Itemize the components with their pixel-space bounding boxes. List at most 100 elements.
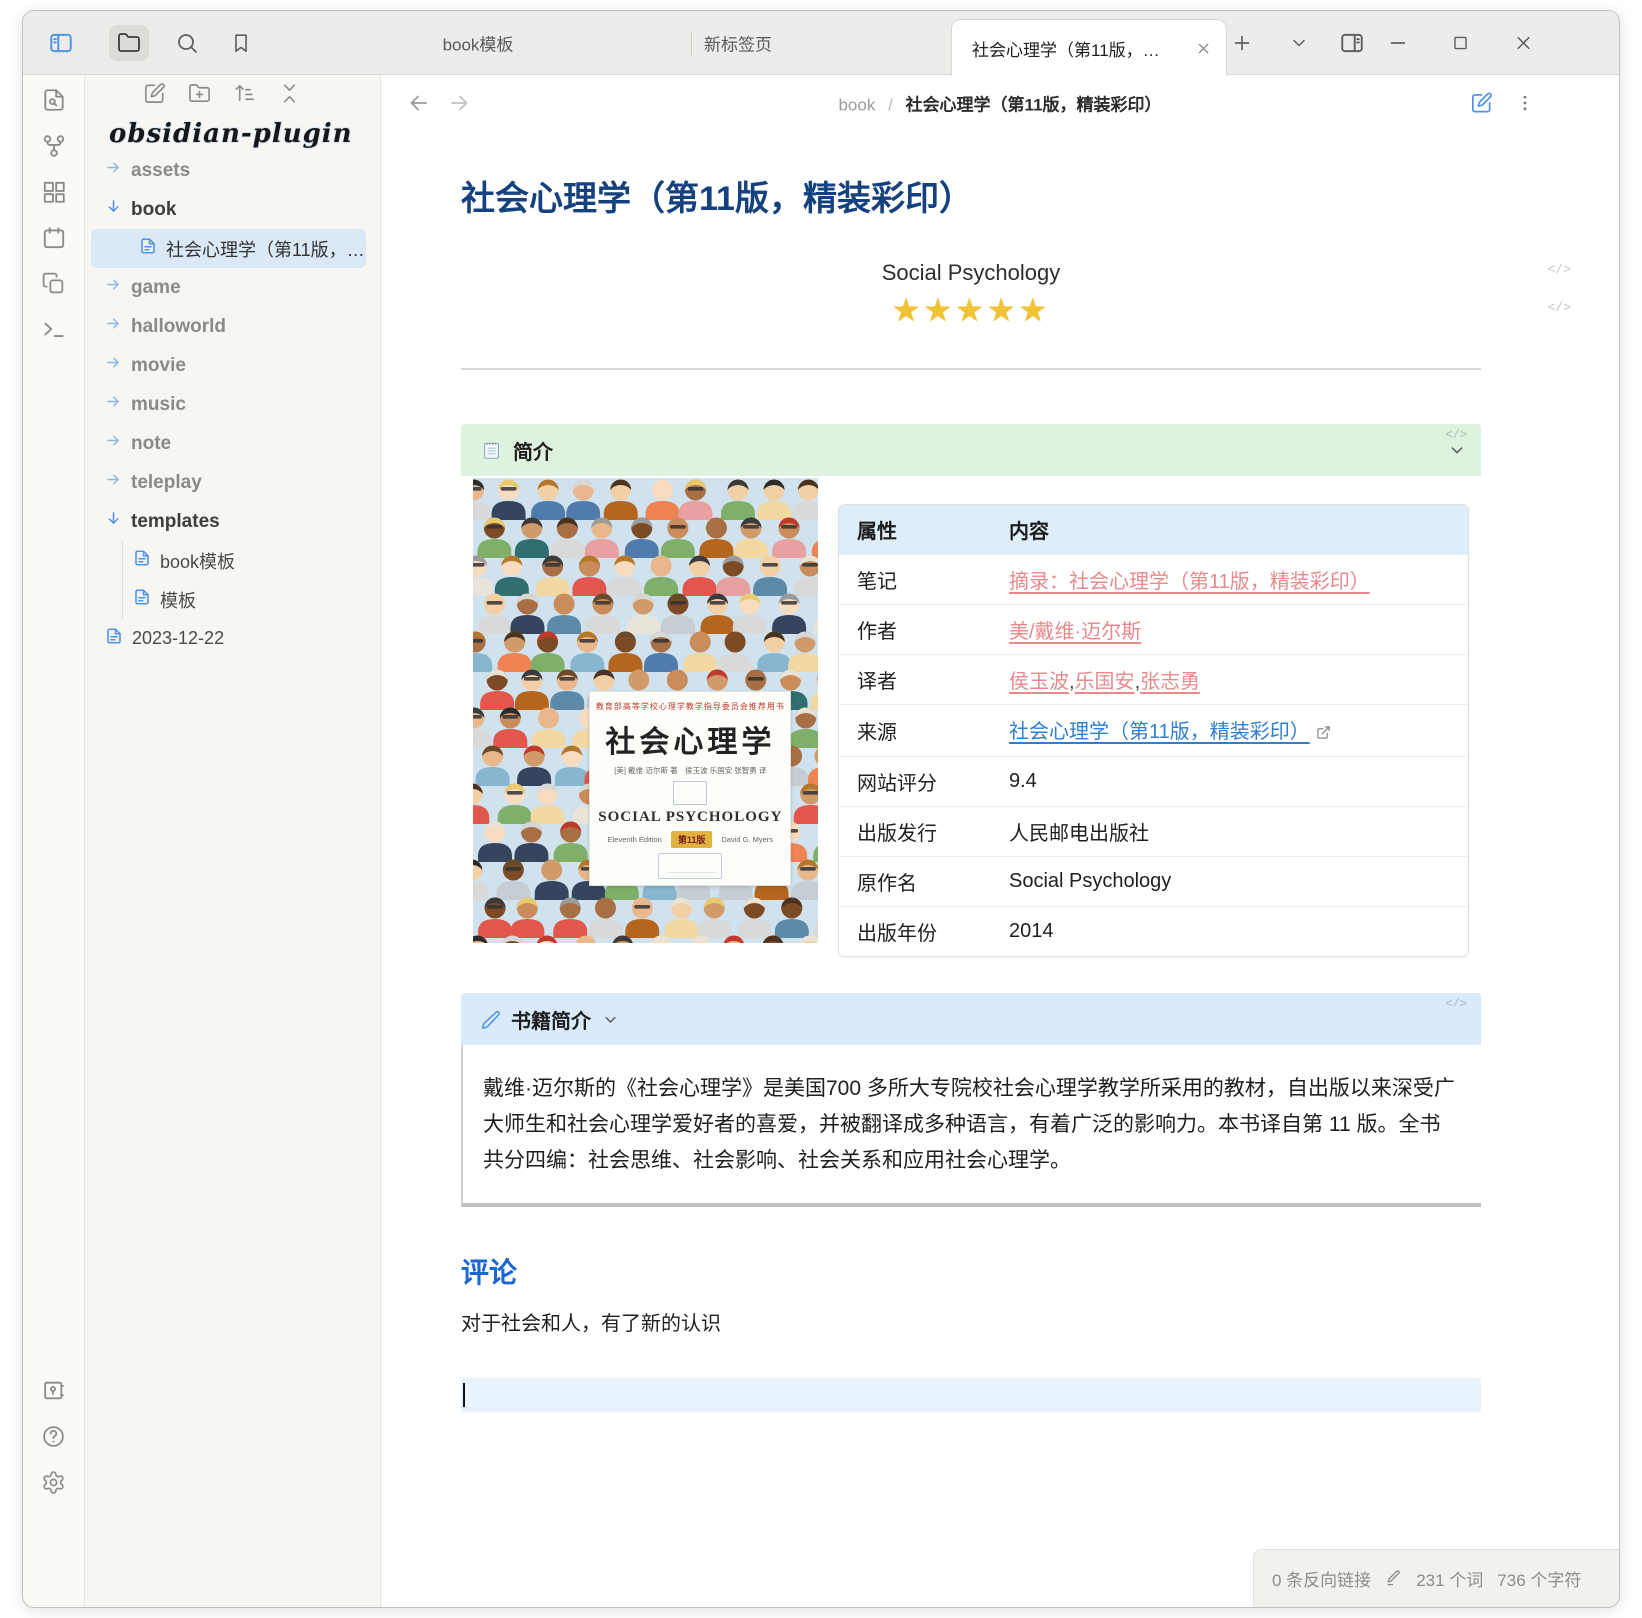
window-minimize-icon[interactable] — [1387, 32, 1409, 54]
tab-close-icon[interactable] — [1195, 40, 1212, 57]
collapse-all-icon[interactable] — [278, 82, 301, 105]
document-icon — [139, 237, 157, 260]
quick-switcher-icon[interactable] — [41, 87, 67, 113]
sidebar-folder-halloworld[interactable]: halloworld — [85, 307, 380, 346]
summary-text: 戴维·迈尔斯的《社会心理学》是美国700 多所大专院校社会心理学教学所采用的教材… — [483, 1077, 1455, 1172]
internal-link[interactable]: 美/戴维·迈尔斯 — [1009, 621, 1141, 643]
internal-link[interactable]: 摘录：社会心理学（第11版，精装彩印） — [1009, 571, 1370, 593]
internal-link[interactable]: 乐国安 — [1075, 671, 1135, 693]
explorer-toolbar — [85, 75, 380, 111]
canvas-cards-icon[interactable] — [41, 179, 67, 205]
new-tab-plus-icon[interactable] — [1231, 32, 1253, 54]
sidebar-folder-teleplay[interactable]: teleplay — [85, 463, 380, 502]
property-label: 出版发行 — [839, 807, 991, 857]
sidebar-file-模板[interactable]: 模板 — [85, 580, 380, 619]
arrow-down-icon — [105, 510, 122, 533]
obsidian-window: book模板 新标签页 社会心理学（第11版，… — [22, 10, 1620, 1608]
breadcrumb-folder[interactable]: book — [838, 96, 875, 115]
breadcrumb-title[interactable]: 社会心理学（第11版，精装彩印） — [906, 96, 1162, 115]
left-sidebar-toggle-icon[interactable] — [41, 25, 81, 61]
sidebar-file-社会心理学（第11版，…[interactable]: 社会心理学（第11版，… — [91, 229, 366, 268]
sidebar-folder-note[interactable]: note — [85, 424, 380, 463]
edit-mode-toggle-icon[interactable] — [1470, 92, 1493, 115]
code-block-marker[interactable]: </> — [1548, 262, 1571, 277]
tab-new[interactable]: 新标签页 — [643, 30, 833, 55]
window-close-icon[interactable] — [1513, 32, 1534, 53]
terminal-icon[interactable] — [41, 316, 67, 342]
tab-active[interactable]: 社会心理学（第11版，… — [951, 19, 1227, 76]
property-value: 2014 — [991, 907, 1468, 957]
internal-link[interactable]: 张志勇 — [1140, 671, 1200, 693]
sidebar-folder-assets[interactable]: assets — [85, 151, 380, 190]
chevron-down-icon[interactable] — [1449, 442, 1465, 458]
external-link[interactable]: 社会心理学（第11版，精装彩印） — [1009, 721, 1310, 743]
star-icon: ★ — [1019, 291, 1051, 329]
intro-callout-header[interactable]: 简介 </> — [461, 424, 1481, 476]
sort-order-icon[interactable] — [233, 82, 256, 105]
tab-book-template[interactable]: book模板 — [383, 30, 573, 55]
property-value: 人民邮电出版社 — [991, 807, 1468, 857]
active-editor-line[interactable] — [461, 1378, 1481, 1412]
property-label: 来源 — [839, 705, 991, 757]
cover-band-text: 教育部高等学校心理学教学指导委员会推荐用书 — [596, 701, 785, 712]
bookmarks-tool-button[interactable] — [221, 25, 261, 61]
notepad-icon — [481, 439, 503, 461]
internal-link[interactable]: 侯玉波 — [1009, 671, 1069, 693]
backlinks-count[interactable]: 0 条反向链接 — [1272, 1566, 1371, 1591]
sidebar-folder-game[interactable]: game — [85, 268, 380, 307]
search-icon — [175, 31, 199, 55]
breadcrumb-separator: / — [888, 96, 893, 115]
search-tool-button[interactable] — [167, 25, 207, 61]
sidebar-folder-templates[interactable]: templates — [85, 502, 380, 541]
char-count: 736 个字符 — [1497, 1566, 1581, 1591]
note-body: 社会心理学（第11版，精装彩印） Social Psychology ★★★★★… — [381, 131, 1619, 1607]
sidebar-file-2023-12-22[interactable]: 2023-12-22 — [85, 619, 380, 658]
code-block-marker[interactable]: </> — [1445, 428, 1467, 442]
star-icon: ★ — [955, 291, 987, 329]
document-icon — [133, 588, 151, 611]
summary-callout-body: 戴维·迈尔斯的《社会心理学》是美国700 多所大专院校社会心理学教学所采用的教材… — [461, 1045, 1481, 1207]
titlebar: book模板 新标签页 社会心理学（第11版，… — [23, 11, 1619, 75]
star-icon: ★ — [923, 291, 955, 329]
property-value: 侯玉波,乐国安,张志勇 — [991, 655, 1468, 705]
sidebar-file-book模板[interactable]: book模板 — [85, 541, 380, 580]
rail-bottom-icons — [23, 1378, 84, 1495]
status-bar: 0 条反向链接 231 个词 736 个字符 — [1253, 1549, 1619, 1607]
text-cursor — [463, 1383, 465, 1407]
sidebar-folder-movie[interactable]: movie — [85, 346, 380, 385]
code-block-marker[interactable]: </> — [1445, 997, 1467, 1011]
properties-table-container: 属性 内容 笔记摘录：社会心理学（第11版，精装彩印）作者美/戴维·迈尔斯译者侯… — [838, 504, 1469, 957]
nav-back-icon[interactable] — [407, 91, 431, 115]
nav-forward-icon[interactable] — [447, 91, 471, 115]
property-value: 摘录：社会心理学（第11版，精装彩印） — [991, 555, 1468, 605]
summary-callout-header[interactable]: 书籍简介 </> — [461, 993, 1481, 1045]
rating-stars[interactable]: ★★★★★ — [461, 294, 1481, 326]
cover-byline: [美] 戴维·迈尔斯 著 侯玉波 乐国安 张智勇 译 — [614, 765, 766, 776]
chevron-down-icon[interactable] — [603, 1012, 618, 1027]
pencil-icon — [1385, 1570, 1402, 1587]
vault-switcher-icon[interactable] — [41, 1378, 66, 1403]
new-folder-icon[interactable] — [188, 82, 211, 105]
graph-view-icon[interactable] — [41, 133, 67, 159]
sidebar-folder-book[interactable]: book — [85, 190, 380, 229]
cover-author-en: David G. Myers — [721, 835, 773, 844]
new-note-icon[interactable] — [143, 82, 166, 105]
document-icon — [133, 549, 151, 572]
right-sidebar-toggle-icon[interactable] — [1339, 30, 1365, 56]
settings-gear-icon[interactable] — [41, 1470, 66, 1495]
window-maximize-icon[interactable] — [1451, 33, 1470, 52]
table-header-content: 内容 — [991, 505, 1468, 555]
copy-note-icon[interactable] — [41, 271, 66, 296]
tab-list-chevron-icon[interactable] — [1289, 33, 1309, 53]
table-row: 作者美/戴维·迈尔斯 — [839, 605, 1468, 655]
property-label: 出版年份 — [839, 907, 991, 957]
files-tool-button[interactable] — [109, 25, 149, 61]
comments-heading: 评论 — [461, 1251, 1481, 1291]
code-block-marker[interactable]: </> — [1548, 300, 1571, 315]
help-icon[interactable] — [41, 1424, 66, 1449]
sidebar-folder-music[interactable]: music — [85, 385, 380, 424]
cover-edition-en: Eleventh Edition — [608, 835, 662, 844]
subtitle-block: Social Psychology ★★★★★ </> </> — [461, 260, 1481, 326]
calendar-icon[interactable] — [41, 225, 67, 251]
more-options-kebab-icon[interactable] — [1515, 93, 1535, 113]
